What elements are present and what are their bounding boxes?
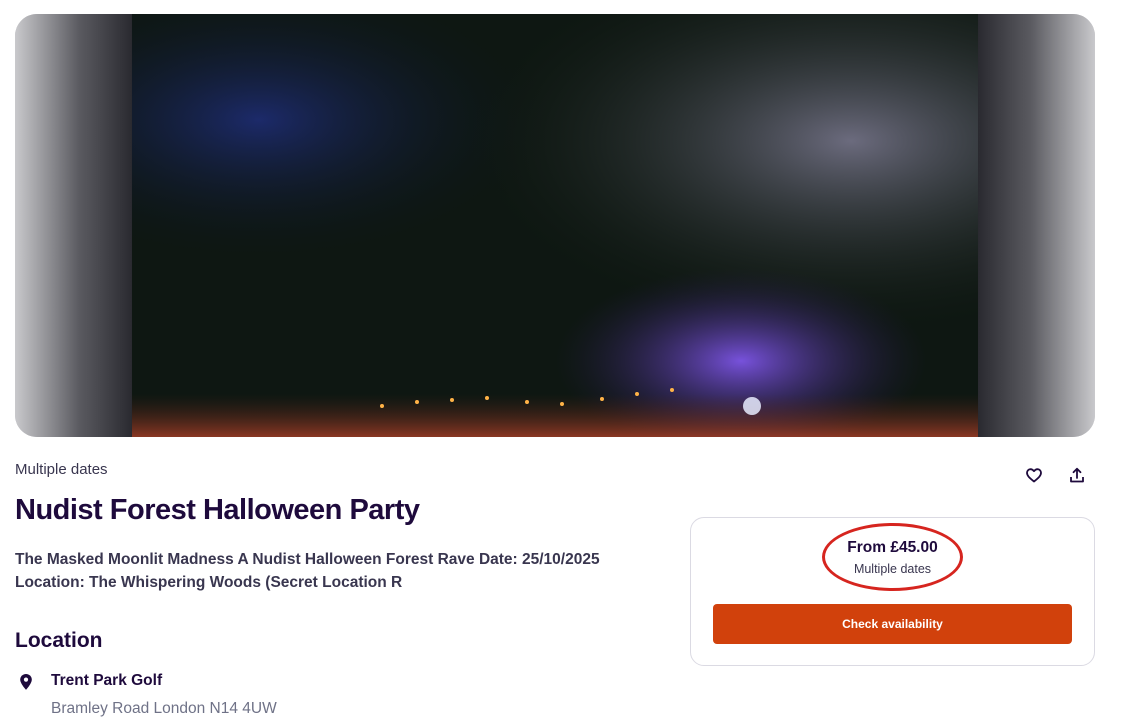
forest-party-photo	[132, 14, 978, 437]
event-date-label: Multiple dates	[15, 461, 108, 478]
location-heading: Location	[15, 629, 103, 652]
hero-blur-right	[978, 14, 1095, 437]
venue-name: Trent Park Golf	[51, 672, 163, 689]
event-title: Nudist Forest Halloween Party	[15, 494, 420, 526]
ticket-card: From £45.00 Multiple dates Check availab…	[690, 517, 1095, 666]
like-button[interactable]	[1021, 462, 1047, 488]
price-highlight-circle: From £45.00 Multiple dates	[822, 523, 963, 591]
ticket-dates-label: Multiple dates	[853, 561, 932, 576]
heart-icon	[1026, 467, 1042, 482]
share-icon	[1070, 467, 1084, 483]
ticket-price: From £45.00	[847, 538, 938, 556]
event-hero-image	[15, 14, 1095, 437]
hero-photo	[132, 14, 978, 437]
check-availability-button[interactable]: Check availability	[713, 604, 1072, 644]
event-summary: The Masked Moonlit Madness A Nudist Hall…	[15, 551, 600, 591]
map-pin-icon	[20, 674, 32, 690]
share-button[interactable]	[1064, 462, 1090, 488]
venue-address: Bramley Road London N14 4UW	[51, 700, 277, 717]
hero-blur-left	[15, 14, 132, 437]
